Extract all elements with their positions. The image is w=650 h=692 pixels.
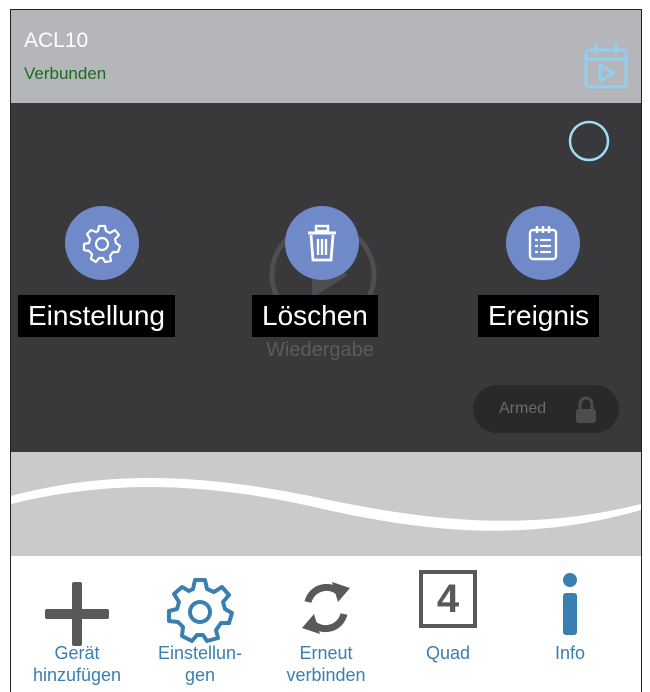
info-label: Info xyxy=(554,643,586,663)
device-header: ACL10 Verbunden xyxy=(11,10,641,103)
reconnect-label-line1: Erneut xyxy=(299,643,353,663)
device-name: ACL10 xyxy=(24,29,89,52)
reconnect-button[interactable]: Erneut verbinden xyxy=(266,556,386,692)
video-view[interactable]: Wiedergabe Einstellung Löschen Ereignis … xyxy=(11,103,641,452)
add-device-label-line1: Gerät xyxy=(54,643,100,663)
loading-ring-icon xyxy=(568,120,610,162)
event-list-icon xyxy=(528,226,558,261)
app-frame: ACL10 Verbunden Wiedergabe Einstellung L… xyxy=(10,9,642,692)
quad-view-button[interactable]: 4 Quad xyxy=(388,556,508,692)
bottom-toolbar: Gerät hinzufügen Einstellun- gen Erneut … xyxy=(11,556,641,692)
plus-icon xyxy=(45,582,109,646)
armed-toggle[interactable]: Armed xyxy=(473,385,619,433)
connection-status: Verbunden xyxy=(24,64,107,83)
event-action-button[interactable] xyxy=(506,206,580,280)
quad-icon: 4 xyxy=(419,570,477,628)
info-button[interactable]: Info xyxy=(510,556,630,692)
settings-button[interactable]: Einstellun- gen xyxy=(140,556,260,692)
delete-action-button[interactable] xyxy=(285,206,359,280)
trash-icon xyxy=(308,224,336,262)
gear-icon xyxy=(82,224,122,263)
armed-label: Armed xyxy=(499,400,547,417)
lock-icon xyxy=(576,396,596,423)
quad-label: Quad xyxy=(425,643,471,663)
add-device-button[interactable]: Gerät hinzufügen xyxy=(17,556,137,692)
settings-label-line2: gen xyxy=(184,665,216,685)
delete-action-label: Löschen xyxy=(252,295,378,337)
event-action-label: Ereignis xyxy=(478,295,600,337)
gear-icon xyxy=(167,578,234,643)
info-icon xyxy=(563,573,577,635)
calendar-play-icon[interactable] xyxy=(584,43,628,89)
playback-watermark-label: Wiedergabe xyxy=(266,339,374,361)
settings-action-label: Einstellung xyxy=(18,295,175,337)
settings-action-button[interactable] xyxy=(65,206,139,280)
refresh-icon xyxy=(302,582,350,634)
reconnect-label-line2: verbinden xyxy=(286,665,366,685)
settings-label-line1: Einstellun- xyxy=(157,643,243,663)
wave-divider xyxy=(11,452,641,556)
quad-digit: 4 xyxy=(436,576,460,621)
add-device-label-line2: hinzufügen xyxy=(32,665,122,685)
